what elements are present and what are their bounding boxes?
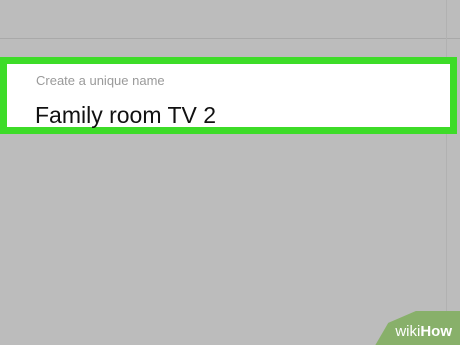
watermark-how-text: How (420, 323, 452, 340)
watermark-wiki-text: wiki (395, 323, 421, 340)
wikihow-watermark: wiki How (375, 311, 460, 345)
device-name-input[interactable]: Family room TV 2 (35, 102, 216, 129)
header-divider (0, 38, 460, 39)
device-name-field[interactable]: Create a unique name Family room TV 2 (0, 57, 457, 134)
device-name-label: Create a unique name (36, 73, 165, 88)
scrollbar-track (446, 0, 447, 345)
